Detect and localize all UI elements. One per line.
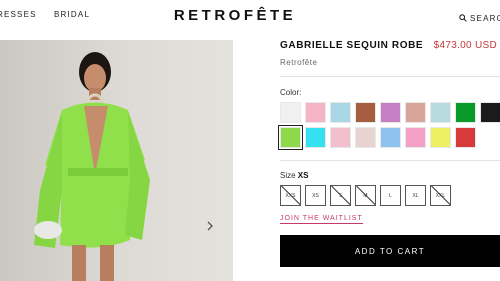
size-option[interactable]: XS <box>305 185 326 206</box>
size-option-label: XXL <box>435 192 446 199</box>
size-option[interactable]: S <box>330 185 351 206</box>
size-option-label: XL <box>412 192 419 199</box>
search-button[interactable]: SEARCH <box>459 9 500 27</box>
size-option[interactable]: L <box>380 185 401 206</box>
color-swatch[interactable] <box>430 127 451 148</box>
color-swatch[interactable] <box>380 127 401 148</box>
size-option[interactable]: XXL <box>430 185 451 206</box>
size-option-label: L <box>389 192 392 199</box>
color-swatch[interactable] <box>305 102 326 123</box>
color-label: Color: <box>280 88 302 97</box>
product-title: GABRIELLE SEQUIN ROBE <box>280 40 424 51</box>
size-options: XXS XS S M L XL XXL <box>280 185 451 206</box>
divider <box>280 160 500 161</box>
color-swatch[interactable] <box>455 102 476 123</box>
size-option-label: XXS <box>285 192 296 199</box>
size-option-label: M <box>363 192 368 199</box>
model-figure <box>34 52 150 281</box>
color-swatch[interactable] <box>405 102 426 123</box>
color-swatch[interactable] <box>280 102 301 123</box>
color-swatch[interactable] <box>430 102 451 123</box>
color-swatch[interactable] <box>330 102 351 123</box>
size-option[interactable]: XL <box>405 185 426 206</box>
nav-bridal[interactable]: BRIDAL <box>54 10 90 19</box>
product-price: $473.00 USD <box>433 40 497 51</box>
size-option[interactable]: M <box>355 185 376 206</box>
size-option-label: XS <box>312 192 319 199</box>
join-waitlist-link[interactable]: JOIN THE WAITLIST <box>280 215 363 224</box>
color-swatch[interactable] <box>278 125 303 150</box>
selected-size: XS <box>297 171 309 180</box>
product-image <box>0 40 233 281</box>
color-swatch[interactable] <box>455 127 476 148</box>
nav-dresses[interactable]: RESSES <box>0 10 37 19</box>
product-brand[interactable]: Retrofête <box>280 58 317 67</box>
color-swatch[interactable] <box>355 127 376 148</box>
color-swatch[interactable] <box>330 127 351 148</box>
add-to-cart-button[interactable]: ADD TO CART <box>280 235 500 267</box>
color-swatch[interactable] <box>405 127 426 148</box>
size-option[interactable]: XXS <box>280 185 301 206</box>
size-label: Size XS <box>280 171 309 180</box>
color-swatch[interactable] <box>305 127 326 148</box>
color-swatches <box>278 102 500 150</box>
chevron-right-icon[interactable] <box>206 218 214 236</box>
size-option-label: S <box>338 192 343 199</box>
search-icon <box>459 9 467 27</box>
color-swatch[interactable] <box>380 102 401 123</box>
color-swatch[interactable] <box>480 102 500 123</box>
search-label: SEARCH <box>470 13 500 23</box>
color-swatch[interactable] <box>355 102 376 123</box>
brand-logo[interactable]: RETROFÊTE <box>170 7 300 24</box>
divider <box>280 76 500 77</box>
